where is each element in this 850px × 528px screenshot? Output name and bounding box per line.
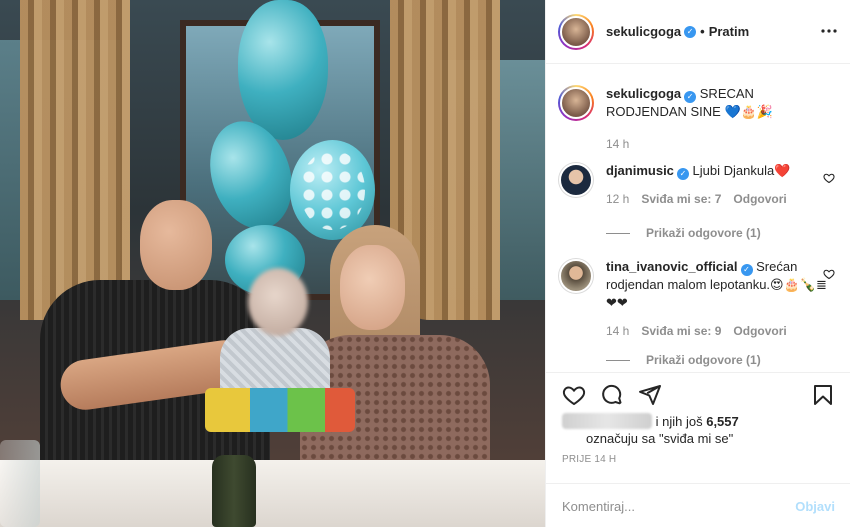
heart-icon[interactable] [562, 383, 586, 407]
verified-icon: ✓ [684, 25, 697, 38]
post-photo[interactable] [0, 0, 545, 527]
view-replies-button[interactable]: Prikaži odgovore (1) [606, 353, 761, 367]
verified-icon: ✓ [684, 91, 697, 103]
likes-summary: i njih još 6,557 označuju sa "sviđa mi s… [562, 413, 842, 447]
comment-input[interactable] [562, 498, 796, 514]
instagram-post: sekulicgoga ✓ • Pratim sekulicgoga ✓ SREC… [0, 0, 850, 527]
highchair-tray [205, 388, 355, 432]
follow-button[interactable]: Pratim [709, 24, 749, 39]
likes-suffix: označuju sa "sviđa mi se" [586, 431, 734, 446]
view-replies-button[interactable]: Prikaži odgovore (1) [606, 226, 761, 240]
save-icon[interactable] [811, 383, 835, 407]
heart-icon[interactable] [823, 172, 835, 184]
avatar[interactable] [558, 258, 594, 294]
comments-list: sekulicgoga ✓ SRECAN RODJENDAN SINE 💙🎂🎉 1… [546, 65, 850, 371]
caption: sekulicgoga ✓ SRECAN RODJENDAN SINE 💙🎂🎉 1… [558, 85, 835, 153]
verified-icon: ✓ [740, 264, 753, 276]
comment-time[interactable]: 12 h [606, 190, 629, 208]
post-header: sekulicgoga ✓ • Pratim [546, 0, 850, 64]
heart-icon[interactable] [823, 268, 835, 280]
share-icon[interactable] [638, 383, 662, 407]
verified-icon: ✓ [676, 168, 689, 180]
comment-time[interactable]: 14 h [606, 322, 629, 340]
post-button[interactable]: Objavi [795, 499, 835, 514]
header-username[interactable]: sekulicgoga [606, 24, 681, 39]
comment-icon[interactable] [600, 383, 624, 407]
balloon [238, 0, 328, 140]
liked-by-avatars[interactable] [562, 413, 652, 429]
post-actions: i njih još 6,557 označuju sa "sviđa mi s… [546, 372, 850, 527]
avatar[interactable] [558, 162, 594, 198]
comment-item: tina_ivanovic_official ✓ Srećan rodjendan… [558, 258, 835, 340]
caption-username[interactable]: sekulicgoga [606, 86, 681, 101]
post-side-panel: sekulicgoga ✓ • Pratim sekulicgoga ✓ SREC… [545, 0, 850, 527]
view-replies-label: Prikaži odgovore (1) [646, 226, 761, 240]
glass [0, 440, 40, 527]
likes-count[interactable]: 6,557 [706, 414, 739, 429]
more-icon[interactable] [821, 20, 837, 40]
likes-prefix: i njih još [655, 414, 703, 429]
comment-item: djanimusic ✓ Ljubi Djankula❤️ 12 h Sviđa … [558, 162, 835, 208]
comment-text: Ljubi Djankula❤️ [692, 163, 791, 178]
reply-button[interactable]: Odgovori [733, 190, 786, 208]
reply-button[interactable]: Odgovori [733, 322, 786, 340]
comment-username[interactable]: djanimusic [606, 163, 674, 178]
add-comment-bar: Objavi [546, 483, 850, 528]
avatar[interactable] [558, 13, 594, 50]
header-separator: • [700, 24, 705, 39]
comment-likes[interactable]: Sviđa mi se: 7 [641, 190, 721, 208]
post-age[interactable]: PRIJE 14 H [562, 454, 616, 465]
view-replies-label: Prikaži odgovore (1) [646, 353, 761, 367]
caption-time[interactable]: 14 h [606, 135, 629, 153]
avatar[interactable] [558, 85, 594, 121]
bottle [212, 455, 256, 527]
comment-username[interactable]: tina_ivanovic_official [606, 259, 738, 274]
comment-likes[interactable]: Sviđa mi se: 9 [641, 322, 721, 340]
table [0, 460, 545, 527]
